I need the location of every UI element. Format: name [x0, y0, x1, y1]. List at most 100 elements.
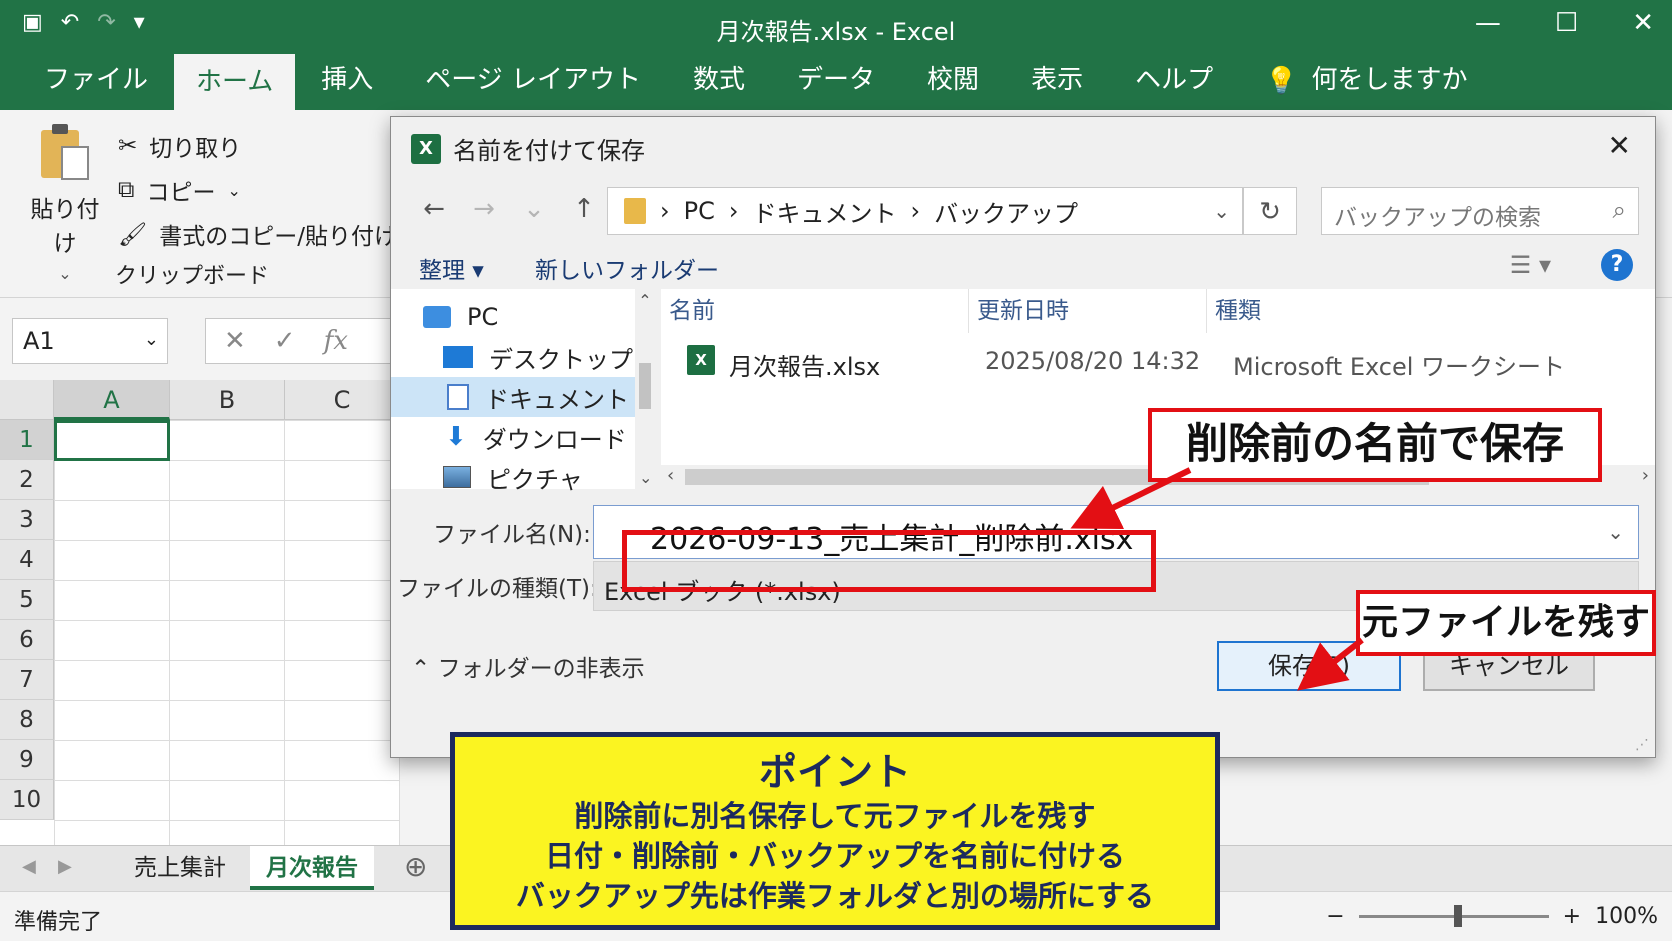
tab-insert[interactable]: 挿入 [295, 50, 399, 110]
select-all-corner[interactable] [0, 380, 54, 420]
address-bar[interactable]: › PC › ドキュメント › バックアップ ⌄ [607, 187, 1243, 235]
zoom-out-button[interactable]: − [1326, 904, 1344, 929]
row-header[interactable]: 6 [0, 620, 54, 660]
resize-grip-icon[interactable]: ⋰ [1635, 737, 1649, 753]
enter-icon[interactable]: ✓ [274, 326, 296, 356]
row-header[interactable]: 5 [0, 580, 54, 620]
zoom-level[interactable]: 100% [1595, 904, 1658, 929]
new-folder-button[interactable]: 新しいフォルダー [535, 251, 719, 285]
copy-button[interactable]: ⧉ コピー ⌄ [118, 168, 397, 212]
sheet-tab-monthly[interactable]: 月次報告 [250, 846, 374, 890]
tab-view[interactable]: 表示 [1005, 50, 1109, 110]
view-options-icon[interactable]: ☰ ▾ [1510, 251, 1551, 279]
row-header[interactable]: 9 [0, 740, 54, 780]
breadcrumb-documents[interactable]: ドキュメント [752, 194, 896, 229]
active-cell-a1[interactable] [54, 420, 170, 461]
window-title: 月次報告.xlsx - Excel [716, 18, 956, 46]
document-icon [447, 384, 469, 410]
row-header[interactable]: 4 [0, 540, 54, 580]
chevron-down-icon[interactable]: ⌄ [1607, 520, 1624, 544]
computer-icon [423, 306, 451, 328]
chevron-down-icon[interactable]: ⌄ [144, 329, 159, 350]
tab-help[interactable]: ヘルプ [1109, 50, 1239, 110]
zoom-slider[interactable] [1358, 905, 1549, 927]
cancel-entry-icon[interactable]: ✕ [224, 326, 246, 356]
nav-item-label: デスクトップ [489, 345, 633, 374]
row-header[interactable]: 1 [0, 420, 54, 460]
nav-item-label: ダウンロード [482, 425, 627, 454]
maximize-button[interactable]: ☐ [1555, 8, 1578, 38]
tab-home[interactable]: ホーム [174, 54, 296, 110]
row-header[interactable]: 2 [0, 460, 54, 500]
zoom-in-button[interactable]: + [1563, 904, 1581, 929]
cell-area[interactable] [54, 420, 400, 845]
hide-folders-toggle[interactable]: ⌃ フォルダーの非表示 [411, 649, 645, 683]
close-button[interactable]: ✕ [1632, 8, 1654, 38]
recent-locations-icon[interactable]: ⌄ [509, 194, 559, 224]
format-painter-button[interactable]: 🖌 書式のコピー/貼り付け [118, 212, 397, 256]
paste-button[interactable]: 貼り付け ⌄ [20, 124, 110, 283]
point-line-1: 削除前に別名保存して元ファイルを残す [574, 799, 1096, 833]
save-target [1212, 680, 1414, 736]
nav-item-label: ドキュメント [485, 385, 629, 414]
tell-me[interactable]: 💡 何をしますか [1239, 50, 1493, 110]
back-icon[interactable]: ← [409, 194, 459, 224]
paste-label: 貼り付け [30, 197, 100, 257]
nav-item-pc[interactable]: PC [391, 297, 635, 337]
tab-data[interactable]: データ [771, 50, 901, 110]
nav-item-label: PC [467, 303, 499, 331]
search-input[interactable]: バックアップの検索 ⌕ [1321, 187, 1639, 235]
download-icon: ⬇ [445, 422, 467, 452]
sheet-tab-sales[interactable]: 売上集計 [118, 846, 242, 890]
nav-item-documents[interactable]: ドキュメント [391, 377, 635, 417]
refresh-icon[interactable]: ↻ [1243, 187, 1297, 235]
tab-page-layout[interactable]: ページ レイアウト [399, 50, 667, 110]
row-header[interactable]: 8 [0, 700, 54, 740]
search-icon: ⌕ [1612, 196, 1626, 224]
nav-item-downloads[interactable]: ⬇ ダウンロード [391, 417, 635, 457]
organize-menu[interactable]: 整理 ▾ [419, 251, 484, 285]
insert-function-icon[interactable]: fx [324, 326, 348, 356]
callout-keep-original: 元ファイルを残す [1356, 590, 1656, 656]
ribbon-tabs: ファイル ホーム 挿入 ページ レイアウト 数式 データ 校閲 表示 ヘルプ 💡… [0, 50, 1672, 110]
nav-item-desktop[interactable]: デスクトップ [391, 337, 635, 377]
scroll-right-icon[interactable]: ▶ [58, 856, 72, 877]
navigation-pane: PC デスクトップ ドキュメント ⬇ ダウンロード ピクチャ ⌃ ⌄ [391, 289, 655, 494]
nav-item-pictures[interactable]: ピクチャ [391, 457, 635, 497]
column-header-a[interactable]: A [54, 380, 170, 420]
tab-file[interactable]: ファイル [18, 50, 174, 110]
help-icon[interactable]: ? [1601, 249, 1633, 281]
column-type[interactable]: 種類 [1207, 289, 1507, 333]
minimize-button[interactable]: — [1475, 8, 1501, 38]
tab-formulas[interactable]: 数式 [667, 50, 771, 110]
formula-bar: A1 ⌄ ✕ ✓ fx [0, 310, 400, 366]
name-box-value: A1 [23, 327, 55, 355]
add-sheet-icon[interactable]: ⊕ [404, 850, 427, 883]
scroll-left-icon[interactable]: ◀ [22, 856, 36, 877]
nav-scrollbar[interactable]: ⌃ ⌄ [635, 289, 655, 489]
breadcrumb-backup[interactable]: バックアップ [934, 194, 1078, 229]
filename-label: ファイル名(N): [433, 522, 591, 548]
copy-label: コピー [146, 180, 216, 206]
column-header-b[interactable]: B [170, 380, 285, 420]
row-header[interactable]: 10 [0, 780, 54, 820]
chevron-down-icon[interactable]: ⌄ [1213, 199, 1230, 223]
point-title: ポイント [758, 750, 911, 794]
forward-icon[interactable]: → [459, 194, 509, 224]
dialog-close-button[interactable]: ✕ [1608, 129, 1631, 162]
column-name[interactable]: 名前 [661, 289, 969, 333]
up-folder-icon[interactable]: ↑ [559, 194, 609, 224]
breadcrumb-pc[interactable]: PC [684, 197, 715, 225]
worksheet-grid[interactable]: A B C 1 2 3 4 5 6 7 8 9 10 [0, 380, 400, 845]
row-header[interactable]: 7 [0, 660, 54, 700]
filename-highlight [622, 530, 1156, 592]
breadcrumb-separator: › [660, 197, 670, 225]
breadcrumb-separator: › [910, 197, 921, 225]
column-modified[interactable]: 更新日時 [969, 289, 1207, 333]
tab-review[interactable]: 校閲 [901, 50, 1005, 110]
cut-button[interactable]: ✂ 切り取り [118, 124, 397, 168]
file-row[interactable]: X 月次報告.xlsx 2025/08/20 14:32 Microsoft E… [661, 337, 1655, 381]
name-box[interactable]: A1 ⌄ [12, 318, 168, 364]
row-header[interactable]: 3 [0, 500, 54, 540]
column-header-c[interactable]: C [285, 380, 400, 420]
